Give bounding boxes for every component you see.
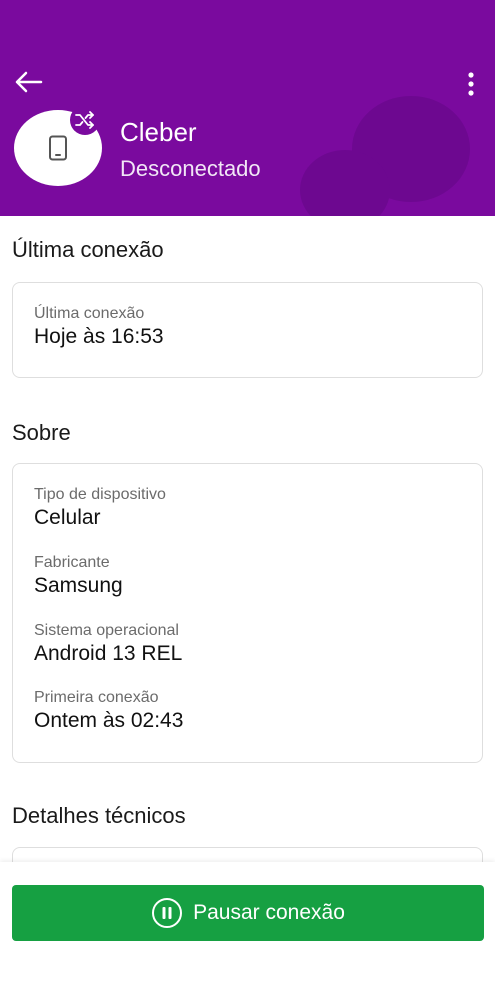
- pause-circle-icon: [152, 898, 183, 928]
- bottom-strip: [0, 966, 495, 1000]
- field-label: Tipo de dispositivo: [34, 486, 166, 503]
- field-label: Primeira conexão: [34, 689, 159, 706]
- about-card: Tipo de dispositivo Celular Fabricante S…: [12, 463, 483, 763]
- last-connection-section-title: Última conexão: [12, 237, 164, 262]
- field-label: Fabricante: [34, 554, 110, 571]
- field-label: Última conexão: [34, 305, 145, 322]
- field-value: Samsung: [34, 574, 123, 597]
- technical-section-title: Detalhes técnicos: [12, 803, 186, 828]
- field-label: Sistema operacional: [34, 622, 179, 639]
- phone-icon: [49, 135, 67, 161]
- pause-connection-label: Pausar conexão: [193, 901, 345, 924]
- about-section-title: Sobre: [12, 420, 71, 445]
- pause-connection-button[interactable]: Pausar conexão: [12, 885, 484, 941]
- last-connection-field: Última conexão Hoje às 16:53: [34, 304, 164, 350]
- last-connection-card: Última conexão Hoje às 16:53: [12, 282, 483, 378]
- shuffle-icon: [75, 111, 94, 129]
- avatar-badge: [70, 105, 100, 135]
- first-connection-field: Primeira conexão Ontem às 02:43: [34, 688, 183, 734]
- field-value: Ontem às 02:43: [34, 709, 184, 732]
- device-details-screen: Cleber Desconectado Última conexão Últim…: [0, 0, 495, 1000]
- more-options-button[interactable]: [456, 64, 486, 104]
- field-value: Celular: [34, 506, 101, 529]
- back-button[interactable]: [8, 64, 48, 100]
- device-header: Cleber Desconectado: [0, 0, 495, 216]
- device-type-field: Tipo de dispositivo Celular: [34, 485, 166, 531]
- operating-system-field: Sistema operacional Android 13 REL: [34, 621, 182, 667]
- field-value: Hoje às 16:53: [34, 325, 164, 348]
- device-name: Cleber: [120, 117, 197, 147]
- manufacturer-field: Fabricante Samsung: [34, 553, 123, 599]
- more-vertical-icon: [468, 72, 474, 96]
- arrow-left-icon: [15, 71, 43, 93]
- device-status: Desconectado: [120, 156, 261, 181]
- field-value: Android 13 REL: [34, 642, 183, 665]
